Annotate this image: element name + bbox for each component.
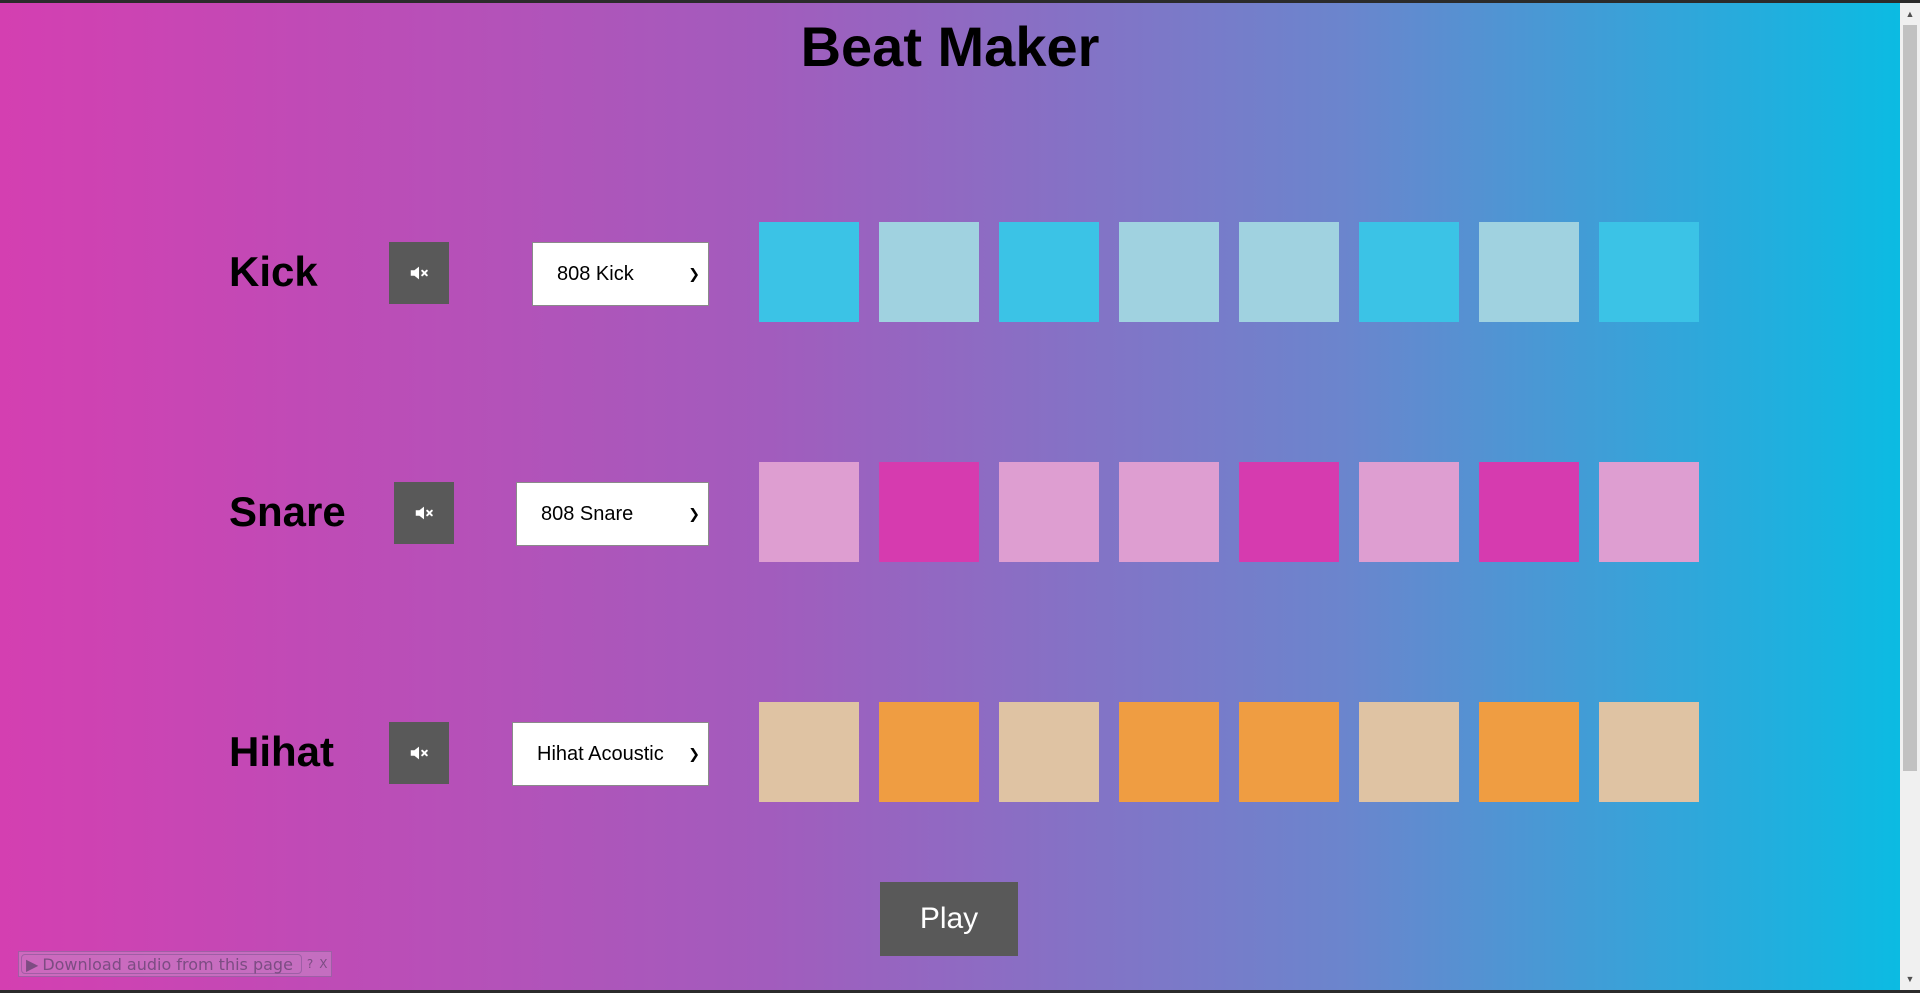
step-pad[interactable] (1359, 222, 1459, 322)
step-pad[interactable] (1479, 462, 1579, 562)
step-pad[interactable] (1479, 222, 1579, 322)
sound-select[interactable]: 808 Kick ❯ (532, 242, 709, 306)
chevron-down-icon: ❯ (688, 745, 700, 762)
step-pad[interactable] (759, 222, 859, 322)
download-audio-label: Download audio from this page (42, 954, 293, 974)
step-pad[interactable] (1359, 462, 1459, 562)
track-name: Snare (229, 488, 346, 535)
mute-button[interactable] (394, 482, 454, 544)
play-triangle-icon: ▶ (26, 954, 39, 974)
track-name: Kick (229, 248, 318, 295)
scroll-down-icon[interactable]: ▼ (1900, 970, 1920, 988)
track-name: Hihat (229, 728, 334, 775)
step-pad[interactable] (1119, 462, 1219, 562)
sound-select[interactable]: 808 Snare ❯ (516, 482, 709, 546)
step-pad[interactable] (1599, 462, 1699, 562)
help-icon[interactable]: ? (304, 957, 316, 971)
step-pad[interactable] (759, 462, 859, 562)
track-kick: Kick 808 Kick ❯ (0, 222, 1900, 322)
sound-select-value: 808 Snare (541, 502, 634, 525)
step-pad[interactable] (999, 462, 1099, 562)
track-hihat: Hihat Hihat Acoustic ❯ (0, 702, 1900, 802)
step-pad[interactable] (1359, 702, 1459, 802)
scroll-up-icon[interactable]: ▲ (1900, 5, 1920, 23)
step-pad[interactable] (1599, 222, 1699, 322)
close-icon[interactable]: X (316, 957, 330, 971)
step-pad[interactable] (1119, 702, 1219, 802)
sound-select-value: 808 Kick (557, 262, 634, 285)
step-pad[interactable] (999, 702, 1099, 802)
step-pad[interactable] (1239, 222, 1339, 322)
sound-select-value: Hihat Acoustic (537, 742, 664, 765)
step-pad[interactable] (879, 222, 979, 322)
step-pad[interactable] (1239, 462, 1339, 562)
window-top-border (0, 0, 1920, 3)
step-pad[interactable] (879, 462, 979, 562)
step-pad[interactable] (1599, 702, 1699, 802)
step-pad[interactable] (759, 702, 859, 802)
chevron-down-icon: ❯ (688, 505, 700, 522)
page-title: Beat Maker (800, 15, 1100, 78)
step-pad[interactable] (1239, 702, 1339, 802)
chevron-down-icon: ❯ (688, 265, 700, 282)
download-audio-bar: ▶ Download audio from this page ? X (18, 951, 332, 977)
volume-mute-icon (410, 746, 428, 760)
sound-select[interactable]: Hihat Acoustic ❯ (512, 722, 709, 786)
volume-mute-icon (410, 266, 428, 280)
play-button[interactable]: Play (880, 882, 1018, 956)
mute-button[interactable] (389, 242, 449, 304)
step-pad[interactable] (879, 702, 979, 802)
step-pad[interactable] (1119, 222, 1219, 322)
volume-mute-icon (415, 506, 433, 520)
track-snare: Snare 808 Snare ❯ (0, 462, 1900, 562)
step-pad[interactable] (1479, 702, 1579, 802)
step-pad[interactable] (999, 222, 1099, 322)
mute-button[interactable] (389, 722, 449, 784)
download-audio-button[interactable]: ▶ Download audio from this page (21, 954, 302, 974)
scrollbar-thumb[interactable] (1903, 25, 1917, 771)
vertical-scrollbar[interactable]: ▲ ▼ (1900, 3, 1920, 990)
